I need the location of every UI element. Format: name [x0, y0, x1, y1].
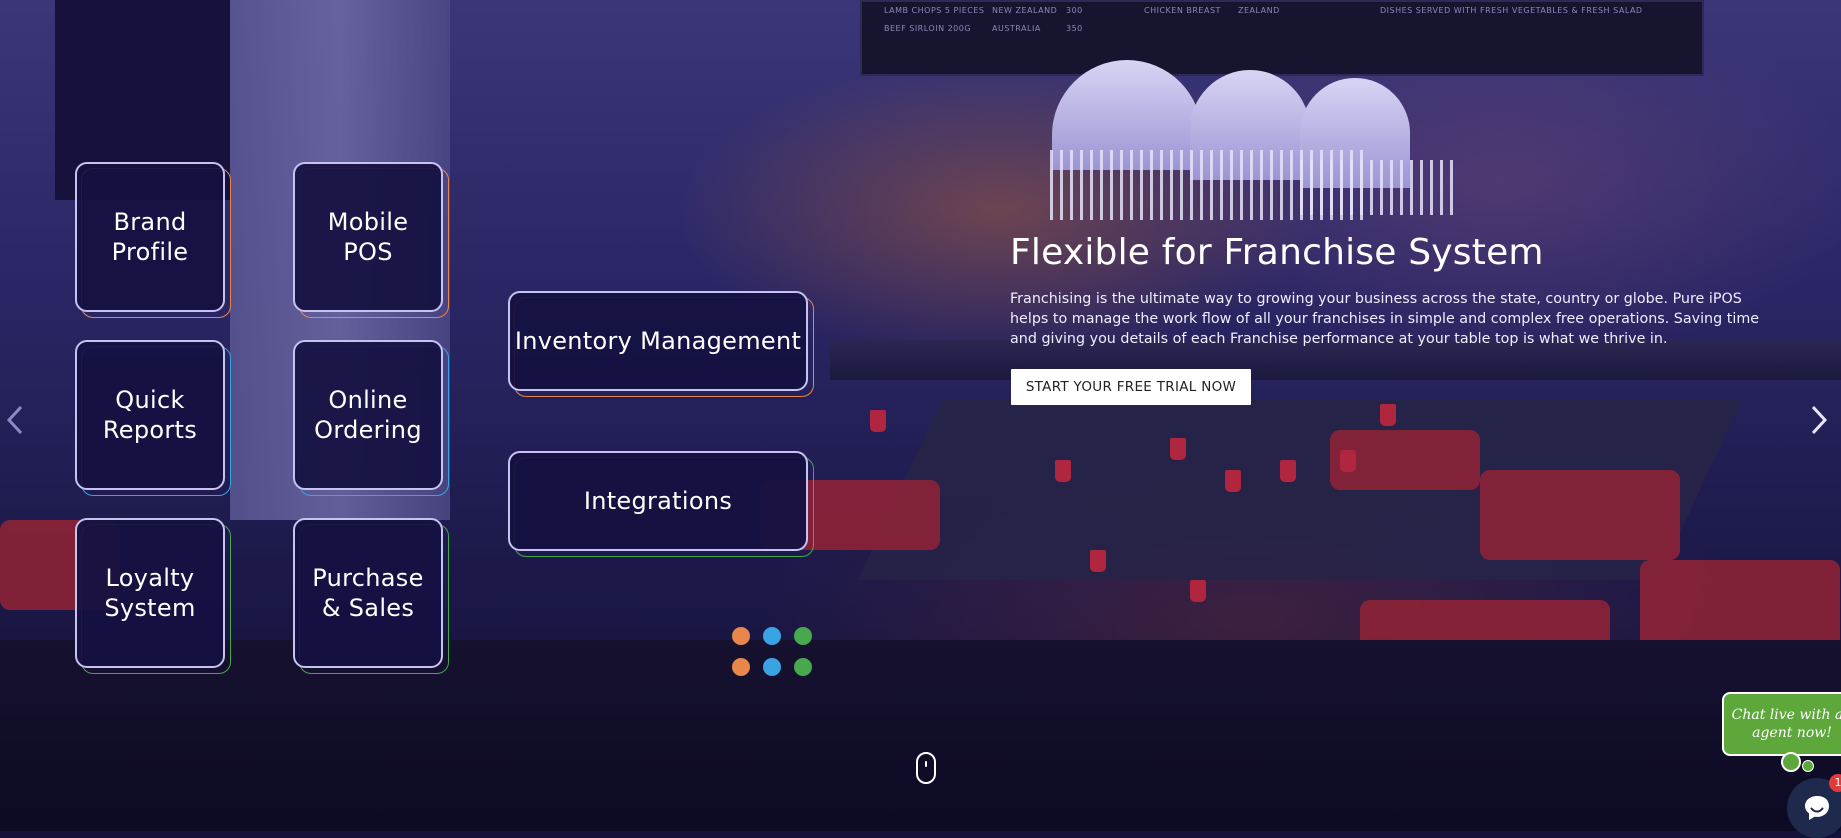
menu-board-text: BEEF SIRLOIN 200G — [884, 24, 972, 33]
menu-board-text: 350 — [1066, 24, 1083, 33]
menu-board-text: LAMB CHOPS 5 PIECES — [884, 6, 985, 15]
lamp-fringe — [1300, 160, 1460, 215]
dot — [763, 658, 781, 676]
menu-board-text: ZEALAND — [1238, 6, 1280, 15]
chat-bubble-tail — [1802, 760, 1814, 772]
background-cup — [870, 410, 886, 432]
tile-label: Purchase & Sales — [312, 564, 424, 622]
chat-bubble-tail — [1781, 752, 1801, 772]
chevron-left-icon — [6, 405, 23, 435]
dot — [794, 627, 812, 645]
carousel-next-button[interactable] — [1804, 400, 1834, 440]
chat-icon — [1805, 796, 1829, 820]
background-floor — [0, 640, 1841, 831]
tile-integrations[interactable]: Integrations — [508, 451, 814, 557]
dot — [732, 658, 750, 676]
background-cup — [1225, 470, 1241, 492]
mouse-scroll-icon[interactable] — [916, 752, 936, 784]
hero-description: Franchising is the ultimate way to growi… — [1010, 291, 1760, 347]
tile-inventory-management[interactable]: Inventory Management — [508, 291, 814, 397]
menu-board-text: AUSTRALIA — [992, 24, 1041, 33]
tile-label: Brand Profile — [111, 208, 189, 266]
tile-label: Quick Reports — [102, 386, 198, 444]
menu-board-text: 300 — [1066, 6, 1083, 15]
menu-board: LAMB CHOPS 5 PIECES NEW ZEALAND 300 BEEF… — [860, 0, 1704, 76]
menu-board-text: NEW ZEALAND — [992, 6, 1058, 15]
chevron-right-icon — [1811, 405, 1828, 435]
tile-brand-profile[interactable]: Brand Profile — [75, 162, 231, 318]
restaurant-background-image: LAMB CHOPS 5 PIECES NEW ZEALAND 300 BEEF… — [0, 0, 1841, 831]
chat-invite-bubble[interactable]: Chat live with an agent now! — [1722, 692, 1841, 756]
background-cup — [1170, 438, 1186, 460]
background-cup — [1055, 460, 1071, 482]
tile-mobile-pos[interactable]: Mobile POS — [293, 162, 449, 318]
dot — [763, 627, 781, 645]
tile-label: Inventory Management — [514, 327, 802, 355]
chat-notification-badge: 1 — [1829, 774, 1841, 792]
background-chair — [1480, 470, 1680, 560]
tile-quick-reports[interactable]: Quick Reports — [75, 340, 231, 496]
carousel-prev-button[interactable] — [0, 400, 30, 440]
menu-board-text: DISHES SERVED WITH FRESH VEGETABLES & FR… — [1380, 6, 1643, 15]
start-free-trial-button[interactable]: START YOUR FREE TRIAL NOW — [1011, 369, 1251, 405]
dot — [732, 627, 750, 645]
tile-label: Online Ordering — [314, 386, 422, 444]
background-cup — [1190, 580, 1206, 602]
dot — [794, 658, 812, 676]
background-cup — [1380, 404, 1396, 426]
background-cup — [1340, 450, 1356, 472]
hero-title: Flexible for Franchise System — [1010, 232, 1544, 273]
tile-label: Loyalty System — [104, 564, 196, 622]
decorative-dots — [732, 627, 812, 676]
menu-board-text: CHICKEN BREAST — [1144, 6, 1221, 15]
background-cup — [1090, 550, 1106, 572]
background-cup — [1280, 460, 1296, 482]
tile-online-ordering[interactable]: Online Ordering — [293, 340, 449, 496]
tile-purchase-sales[interactable]: Purchase & Sales — [293, 518, 449, 674]
tile-label: Mobile POS — [327, 208, 409, 266]
tile-label: Integrations — [583, 487, 733, 515]
tile-loyalty-system[interactable]: Loyalty System — [75, 518, 231, 674]
